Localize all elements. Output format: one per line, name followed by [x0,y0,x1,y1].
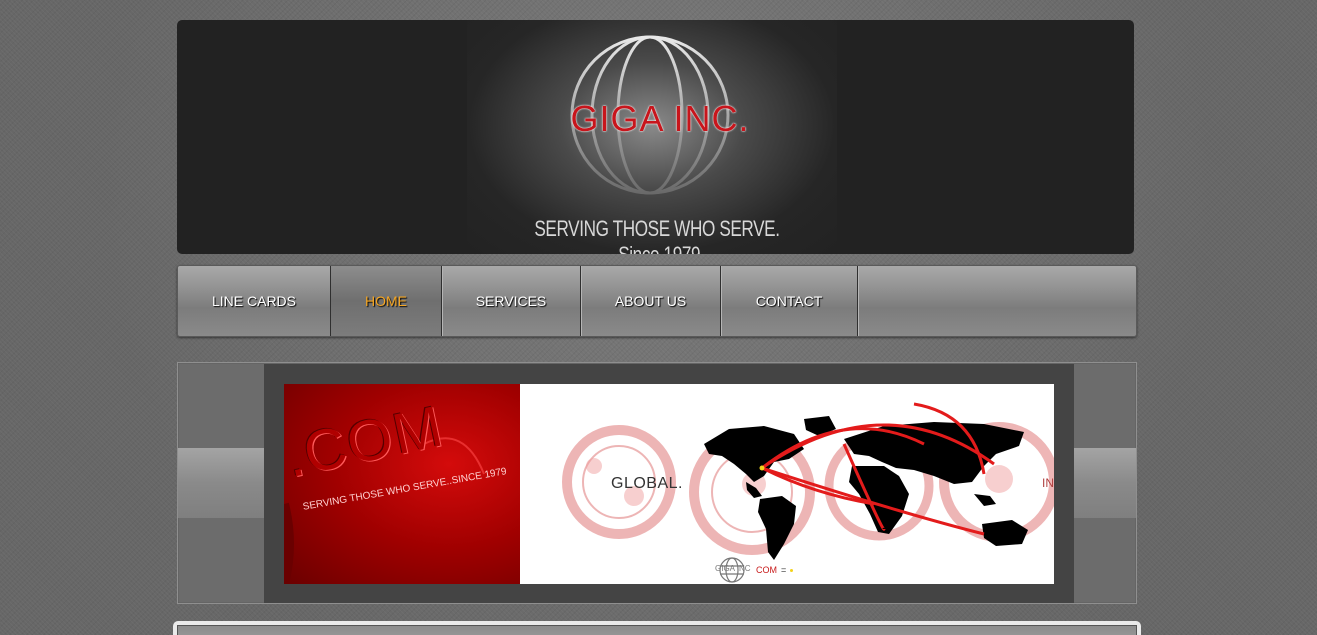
nav-item-about-us[interactable]: ABOUT US [581,266,721,336]
yellow-dot-icon [790,568,794,572]
nav-item-contact[interactable]: CONTACT [721,266,858,336]
header-tagline: SERVING THOSE WHO SERVE. .Since 1979 [534,216,780,254]
slide-global-text: GLOBAL. [611,475,683,492]
content-panel [173,621,1141,635]
slide-edge-text: IN [1042,476,1054,490]
main-navigation: LINE CARDS HOME SERVICES ABOUT US CONTAC… [177,265,1137,337]
mini-logo-text: GIGA INC [715,564,751,573]
nav-item-line-cards[interactable]: LINE CARDS [178,266,331,336]
company-logo-text: GIGA INC. [570,98,750,139]
mini-com-text: COM [756,565,777,575]
slider-inner-frame: .COM SERVING THOSE WHO SERVE..SINCE 1979 [264,364,1074,603]
mini-equals-text: = [781,565,787,575]
image-slider: .COM SERVING THOSE WHO SERVE..SINCE 1979 [177,362,1137,604]
slide-footer-logo: GIGA INC COM = [712,556,794,584]
nav-item-services[interactable]: SERVICES [442,266,581,336]
content-panel-inner [177,625,1137,635]
nav-item-home[interactable]: HOME [331,266,442,336]
header-banner: GIGA INC. SERVING THOSE WHO SERVE. .Sinc… [177,20,1134,254]
slide-image[interactable]: .COM SERVING THOSE WHO SERVE..SINCE 1979 [284,384,1054,584]
